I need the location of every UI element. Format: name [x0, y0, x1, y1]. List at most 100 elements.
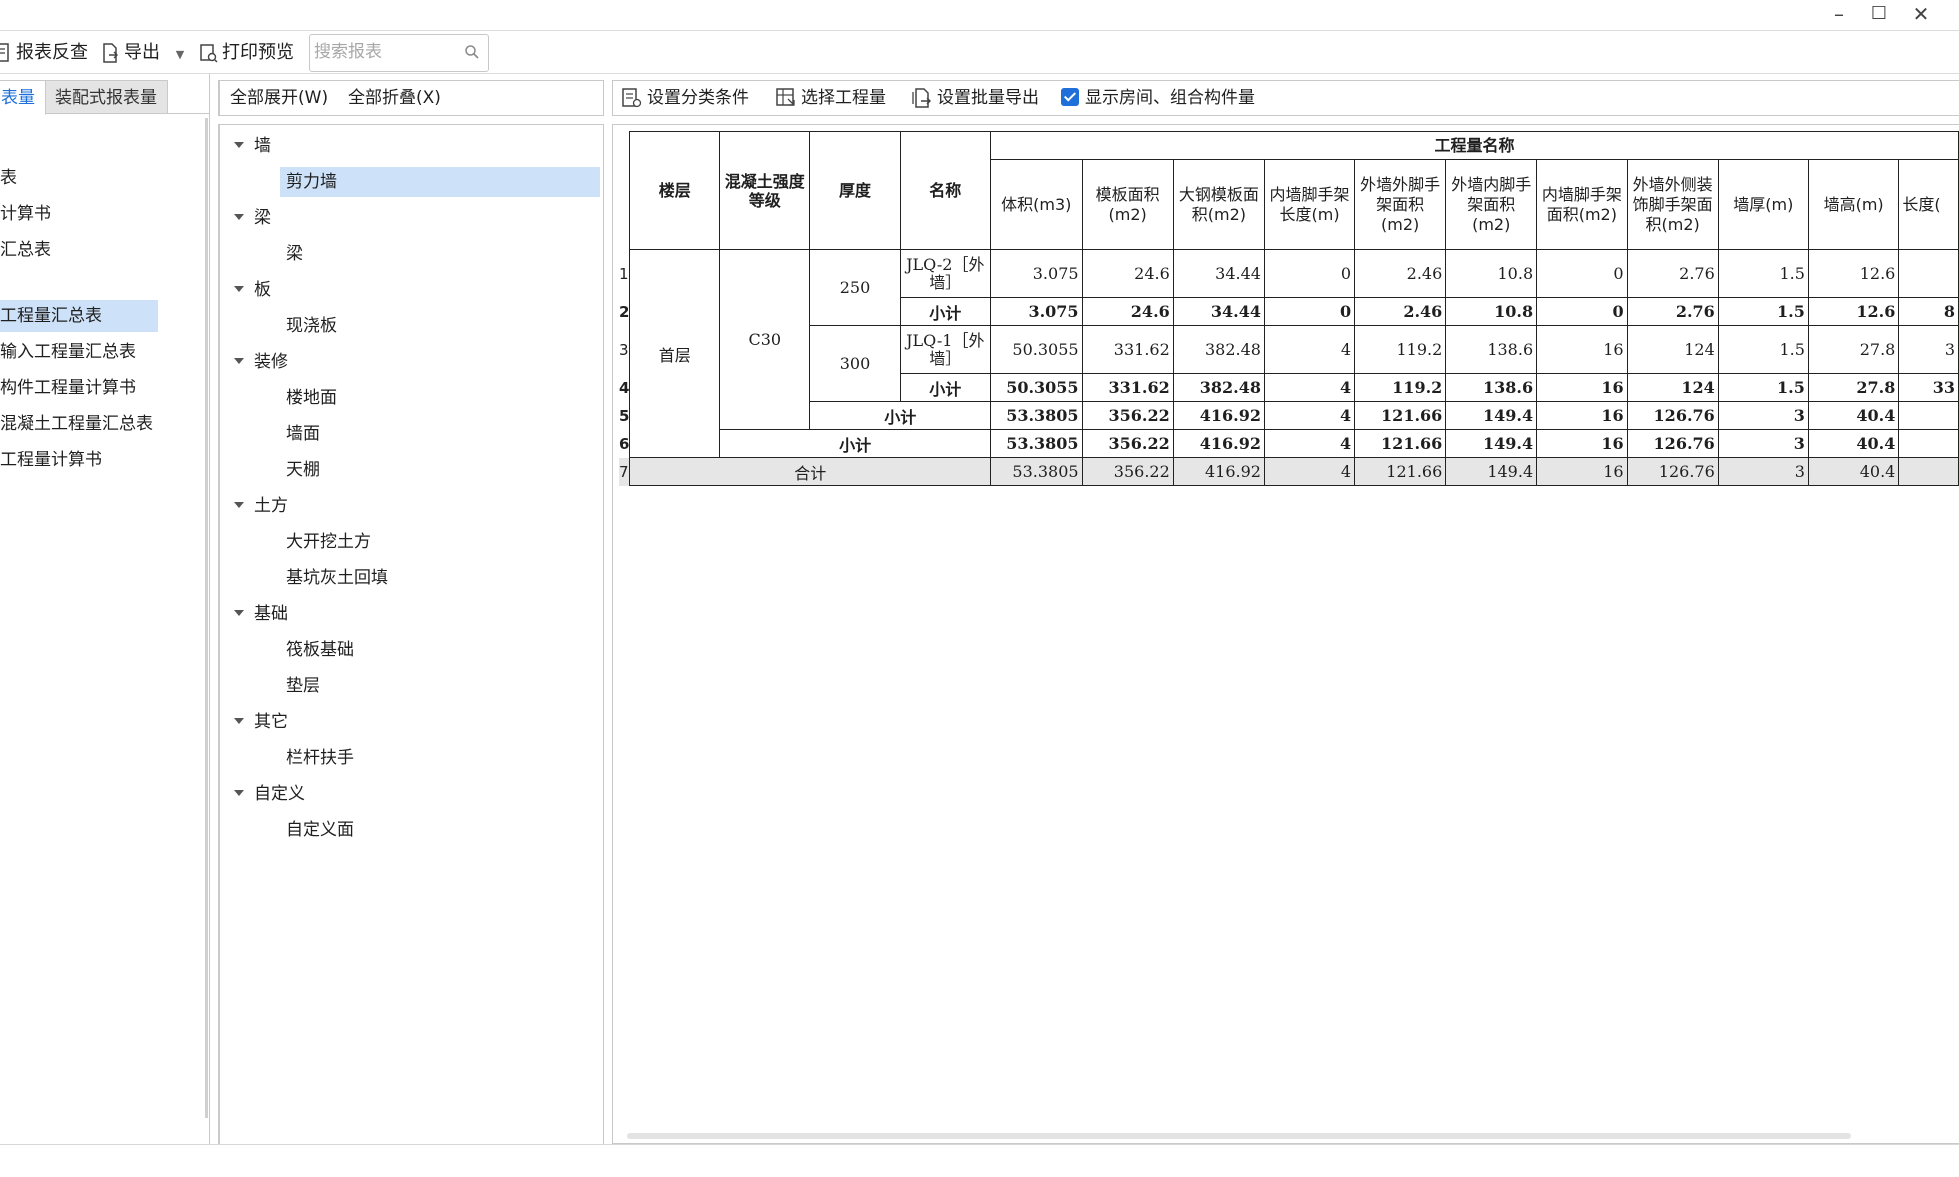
tree-item-cast-slab[interactable]: 现浇板: [282, 311, 337, 341]
tab-assembly-report[interactable]: 装配式报表量: [44, 80, 168, 114]
report-search-box[interactable]: [309, 34, 489, 72]
tree-group-wall[interactable]: 墙: [234, 131, 271, 161]
subheader-large-steel-formwork[interactable]: 大钢模板面积(m2): [1172, 159, 1265, 250]
report-list-item[interactable]: 混凝土工程量汇总表: [0, 408, 158, 440]
cell-outer-inner-scaffold[interactable]: 10.8: [1445, 249, 1538, 298]
caret-down-icon[interactable]: [234, 501, 244, 508]
cell-inner-scaffold-length[interactable]: 4: [1263, 401, 1356, 430]
cell-wall-thickness[interactable]: 1.5: [1717, 249, 1809, 298]
cell-inner-scaffold-area[interactable]: 16: [1536, 401, 1628, 430]
close-icon[interactable]: ✕: [1901, 0, 1941, 30]
cell-formwork[interactable]: 24.6: [1081, 249, 1174, 298]
cell-wall-thickness[interactable]: 1.5: [1717, 373, 1809, 402]
cell-inner-scaffold-area[interactable]: 0: [1536, 249, 1628, 298]
cell-inner-scaffold-length[interactable]: 0: [1263, 249, 1356, 298]
tree-item-backfill[interactable]: 基坑灰土回填: [282, 563, 388, 593]
tree-item-floor[interactable]: 楼地面: [282, 383, 337, 413]
tree-item-wall-surface[interactable]: 墙面: [282, 419, 320, 449]
set-category-button[interactable]: 设置分类条件: [621, 81, 749, 115]
report-list-item[interactable]: 表: [0, 162, 158, 194]
cell-inner-scaffold-length[interactable]: 0: [1263, 297, 1356, 326]
cell-name[interactable]: JLQ-1［外墙］: [899, 325, 991, 374]
cell-decor-scaffold[interactable]: 2.76: [1626, 297, 1719, 326]
cell-decor-scaffold[interactable]: 2.76: [1626, 249, 1719, 298]
cell-thickness[interactable]: 250: [809, 249, 901, 326]
cell-steel-formwork[interactable]: 416.92: [1172, 457, 1265, 486]
cell-outer-scaffold[interactable]: 121.66: [1354, 457, 1447, 486]
cell-wall-thickness[interactable]: 3: [1717, 401, 1809, 430]
cell-formwork[interactable]: 331.62: [1081, 325, 1174, 374]
tree-item-excavation[interactable]: 大开挖土方: [282, 527, 371, 557]
expand-all-button[interactable]: 全部展开(W): [230, 81, 328, 115]
cell-outer-scaffold[interactable]: 119.2: [1354, 373, 1447, 402]
tree-item-custom-surface[interactable]: 自定义面: [282, 815, 354, 845]
cell-inner-scaffold-length[interactable]: 4: [1263, 373, 1356, 402]
checkbox-checked-icon[interactable]: [1061, 87, 1079, 106]
show-rooms-checkbox[interactable]: 显示房间、组合构件量: [1061, 81, 1255, 115]
header-name[interactable]: 名称: [899, 131, 991, 250]
cell-formwork[interactable]: 24.6: [1081, 297, 1174, 326]
horizontal-scrollbar[interactable]: [627, 1133, 1851, 1139]
cell-length[interactable]: [1898, 401, 1959, 430]
cell-name[interactable]: JLQ-2［外墙］: [899, 249, 991, 298]
search-icon[interactable]: [464, 44, 480, 60]
subheader-wall-thickness[interactable]: 墙厚(m): [1717, 159, 1809, 250]
cell-steel-formwork[interactable]: 34.44: [1172, 297, 1265, 326]
cell-outer-inner-scaffold[interactable]: 138.6: [1445, 325, 1538, 374]
report-check-button[interactable]: 报表反查: [0, 37, 88, 69]
cell-volume[interactable]: 53.3805: [989, 457, 1083, 486]
cell-outer-inner-scaffold[interactable]: 149.4: [1445, 429, 1538, 458]
tree-item-beam[interactable]: 梁: [282, 239, 303, 269]
export-button[interactable]: 导出 ▼: [100, 37, 184, 69]
caret-down-icon[interactable]: [234, 789, 244, 796]
maximize-icon[interactable]: ☐: [1859, 0, 1899, 30]
minimize-icon[interactable]: –: [1819, 0, 1859, 30]
cell-wall-thickness[interactable]: 3: [1717, 429, 1809, 458]
subheader-decor-scaffold-area[interactable]: 外墙外侧装饰脚手架面积(m2): [1626, 159, 1719, 250]
cell-length[interactable]: 3: [1898, 325, 1959, 374]
report-search-input[interactable]: [314, 35, 454, 69]
cell-wall-height[interactable]: 12.6: [1807, 249, 1900, 298]
cell-formwork[interactable]: 356.22: [1081, 429, 1174, 458]
caret-down-icon[interactable]: [234, 357, 244, 364]
tree-group-slab[interactable]: 板: [234, 275, 271, 305]
report-list-item[interactable]: 汇总表: [0, 234, 158, 266]
cell-decor-scaffold[interactable]: 126.76: [1626, 429, 1719, 458]
cell-formwork[interactable]: 331.62: [1081, 373, 1174, 402]
cell-outer-scaffold[interactable]: 119.2: [1354, 325, 1447, 374]
cell-name[interactable]: 小计: [899, 373, 991, 402]
cell-outer-inner-scaffold[interactable]: 149.4: [1445, 457, 1538, 486]
cell-inner-scaffold-area[interactable]: 16: [1536, 373, 1628, 402]
cell-volume[interactable]: 50.3055: [989, 373, 1083, 402]
cell-length[interactable]: 33: [1898, 373, 1959, 402]
cell-wall-thickness[interactable]: 3: [1717, 457, 1809, 486]
cell-wall-height[interactable]: 40.4: [1807, 401, 1900, 430]
tree-item-raft-foundation[interactable]: 筏板基础: [282, 635, 354, 665]
cell-steel-formwork[interactable]: 382.48: [1172, 373, 1265, 402]
subheader-outer-scaffold-area[interactable]: 外墙外脚手架面积(m2): [1354, 159, 1447, 250]
cell-length[interactable]: [1898, 429, 1959, 458]
tree-group-finishing[interactable]: 装修: [234, 347, 288, 377]
cell-steel-formwork[interactable]: 382.48: [1172, 325, 1265, 374]
cell-decor-scaffold[interactable]: 126.76: [1626, 457, 1719, 486]
cell-wall-thickness[interactable]: 1.5: [1717, 297, 1809, 326]
cell-name[interactable]: 小计: [899, 297, 991, 326]
cell-thickness[interactable]: 300: [809, 325, 901, 402]
tree-item-cushion[interactable]: 垫层: [282, 671, 320, 701]
cell-wall-height[interactable]: 40.4: [1807, 457, 1900, 486]
report-list-item-selected[interactable]: 工程量汇总表: [0, 300, 158, 332]
cell-decor-scaffold[interactable]: 126.76: [1626, 401, 1719, 430]
subheader-outer-inner-scaffold[interactable]: 外墙内脚手架面积(m2): [1445, 159, 1538, 250]
caret-down-icon[interactable]: [234, 141, 244, 148]
tree-item-railing[interactable]: 栏杆扶手: [282, 743, 354, 773]
cell-outer-inner-scaffold[interactable]: 138.6: [1445, 373, 1538, 402]
cell-length[interactable]: [1898, 457, 1959, 486]
cell-wall-height[interactable]: 40.4: [1807, 429, 1900, 458]
caret-down-icon[interactable]: [234, 717, 244, 724]
cell-volume[interactable]: 53.3805: [989, 401, 1083, 430]
report-list-item[interactable]: 构件工程量计算书: [0, 372, 158, 404]
cell-outer-scaffold[interactable]: 2.46: [1354, 297, 1447, 326]
batch-export-button[interactable]: 设置批量导出: [911, 81, 1039, 115]
caret-down-icon[interactable]: [234, 213, 244, 220]
cell-concrete-grade[interactable]: C30: [719, 249, 811, 430]
